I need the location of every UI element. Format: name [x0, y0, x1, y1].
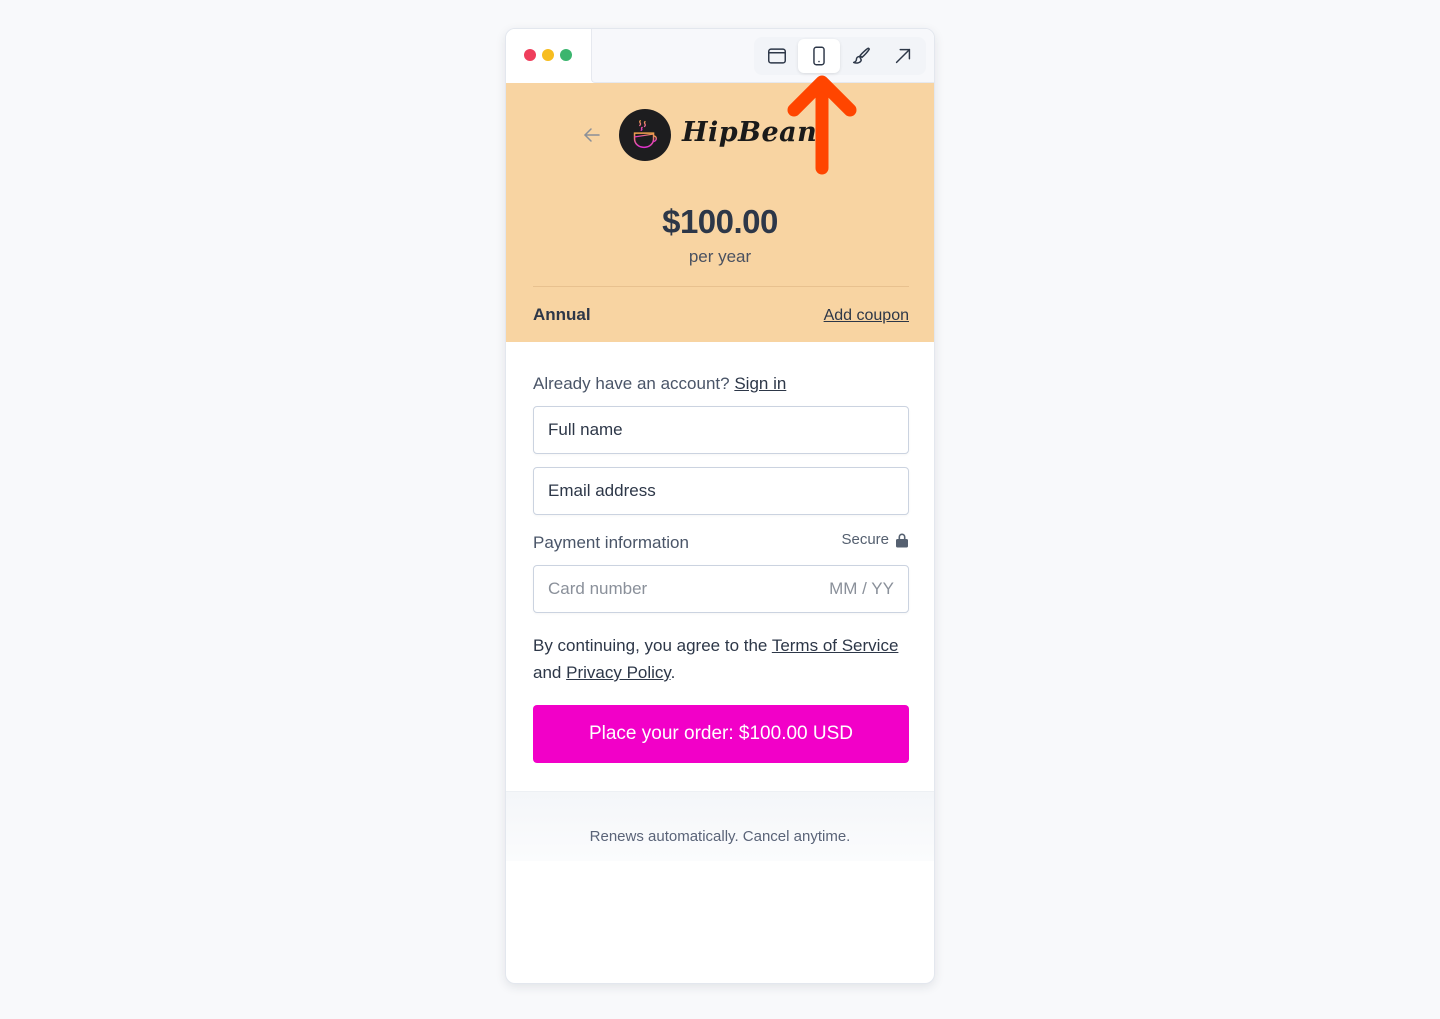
- close-window-button[interactable]: [524, 49, 536, 61]
- payment-info-label: Payment information: [533, 533, 689, 552]
- desktop-view-button[interactable]: [756, 39, 798, 73]
- secure-badge: Secure: [841, 531, 909, 548]
- secure-label: Secure: [841, 531, 889, 548]
- checkout-preview-window: HipBean $100.00 per year Annual Add coup…: [505, 28, 935, 984]
- full-name-placeholder: Full name: [548, 420, 623, 439]
- checkout-footer: Renews automatically. Cancel anytime.: [506, 791, 934, 861]
- full-name-input[interactable]: Full name: [533, 406, 909, 454]
- paintbrush-icon: [852, 47, 870, 64]
- place-order-button[interactable]: Place your order: $100.00 USD: [533, 705, 909, 763]
- terms-and: and: [533, 663, 562, 682]
- plan-name: Annual: [533, 305, 591, 324]
- email-input[interactable]: Email address: [533, 467, 909, 515]
- mobile-phone-icon: [813, 46, 825, 66]
- card-number-placeholder: Card number: [548, 579, 648, 598]
- terms-notice: By continuing, you agree to the Terms of…: [533, 632, 909, 686]
- view-toolbar: [754, 37, 926, 75]
- checkout-header: HipBean $100.00 per year Annual Add coup…: [506, 83, 934, 342]
- email-placeholder: Email address: [548, 481, 656, 500]
- external-link-arrow-icon: [895, 48, 911, 64]
- privacy-policy-link[interactable]: Privacy Policy: [566, 663, 671, 682]
- lock-icon: [896, 533, 908, 547]
- brand-name: HipBean: [682, 117, 818, 148]
- add-coupon-link[interactable]: Add coupon: [824, 307, 909, 325]
- arrow-left-icon: [584, 128, 600, 142]
- minimize-window-button[interactable]: [542, 49, 554, 61]
- signin-prompt-text: Already have an account?: [533, 374, 730, 393]
- browser-window-icon: [768, 48, 786, 64]
- terms-prefix: By continuing, you agree to the: [533, 636, 768, 655]
- open-external-button[interactable]: [882, 39, 924, 73]
- card-number-input[interactable]: Card number MM / YY: [533, 565, 909, 613]
- maximize-window-button[interactable]: [560, 49, 572, 61]
- terms-suffix: .: [670, 663, 676, 682]
- mobile-view-button[interactable]: [798, 39, 840, 73]
- window-controls: [524, 49, 572, 61]
- plan-price: $100.00: [662, 203, 778, 240]
- brand-logo: [619, 109, 671, 161]
- expiry-placeholder[interactable]: MM / YY: [829, 579, 894, 599]
- back-button[interactable]: [582, 125, 602, 145]
- sign-in-link[interactable]: Sign in: [734, 374, 786, 393]
- title-bar: [506, 29, 934, 83]
- terms-of-service-link[interactable]: Terms of Service: [772, 636, 899, 655]
- signin-prompt: Already have an account? Sign in: [533, 374, 786, 394]
- renewal-note: Renews automatically. Cancel anytime.: [589, 828, 851, 845]
- billing-period: per year: [688, 247, 752, 266]
- customize-button[interactable]: [840, 39, 882, 73]
- header-divider: [533, 286, 909, 287]
- coffee-cup-icon: [633, 120, 657, 149]
- toolbar-area: [591, 29, 934, 83]
